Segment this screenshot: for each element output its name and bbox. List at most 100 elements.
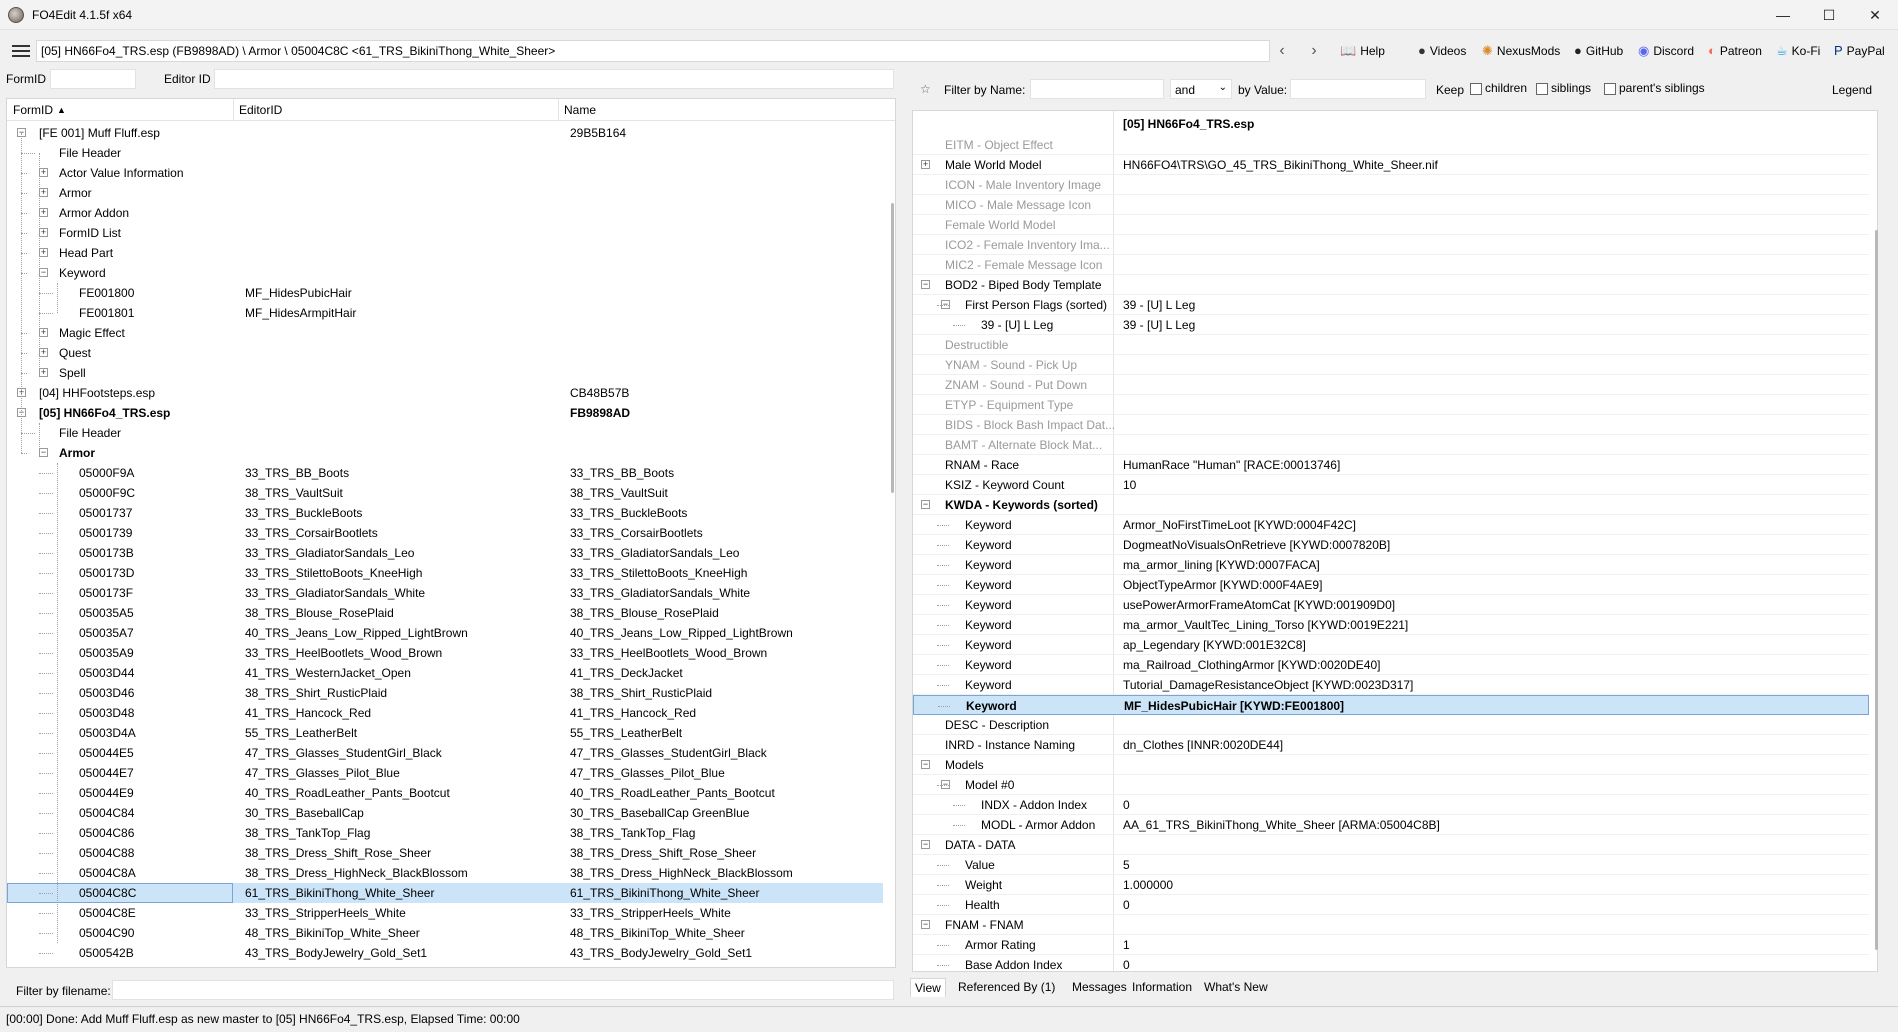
link-discord[interactable]: ◉ Discord [1638, 43, 1694, 59]
record-row[interactable]: Value 5 [913, 855, 1869, 875]
record-row[interactable]: Keyword MF_HidesPubicHair [KYWD:FE001800] [913, 695, 1869, 715]
record-row[interactable]: − Model #0 [913, 775, 1869, 795]
tree-row[interactable]: 050035A9 33_TRS_HeelBootlets_Wood_Brown 33… [7, 643, 883, 663]
collapse-icon[interactable]: − [39, 448, 48, 457]
collapse-icon[interactable]: − [921, 500, 930, 509]
expand-icon[interactable]: + [39, 368, 48, 377]
tree-node[interactable]: + Armor [7, 183, 883, 203]
collapse-icon[interactable]: − [921, 760, 930, 769]
tree-row[interactable]: 050044E7 47_TRS_Glasses_Pilot_Blue 47_TRS_… [7, 763, 883, 783]
record-row[interactable]: Keyword ma_armor_VaultTec_Lining_Torso [K… [913, 615, 1869, 635]
tree-row[interactable]: 05001739 33_TRS_CorsairBootlets 33_TRS_Cor… [7, 523, 883, 543]
link-paypal[interactable]: P PayPal [1834, 43, 1885, 58]
tree-row[interactable]: 0500173F 33_TRS_GladiatorSandals_White 33_… [7, 583, 883, 603]
expand-icon[interactable]: + [39, 208, 48, 217]
collapse-icon[interactable]: − [39, 268, 48, 277]
record-scroll-thumb[interactable] [1875, 230, 1878, 950]
formid-input[interactable] [50, 69, 136, 89]
record-row[interactable]: Keyword Tutorial_DamageResistanceObject [… [913, 675, 1869, 695]
tab-referenced-by-1[interactable]: Referenced By (1) [954, 978, 1059, 996]
record-row[interactable]: MIC2 - Female Message Icon [913, 255, 1869, 275]
tree-row[interactable]: 05000F9A 33_TRS_BB_Boots 33_TRS_BB_Boots [7, 463, 883, 483]
tree-row[interactable]: 0500173D 33_TRS_StilettoBoots_KneeHigh 33_… [7, 563, 883, 583]
record-row[interactable]: INDX - Addon Index 0 [913, 795, 1869, 815]
tree-node[interactable]: + [04] HHFootsteps.esp CB48B57B [7, 383, 883, 403]
link-ko-fi[interactable]: ☕ Ko-Fi [1776, 43, 1820, 59]
menu-icon[interactable] [12, 42, 30, 58]
editorid-input[interactable] [214, 69, 894, 89]
maximize-button[interactable]: ☐ [1806, 0, 1852, 30]
filter-value-input[interactable] [1290, 79, 1426, 99]
tree-node[interactable]: File Header [7, 423, 883, 443]
record-row[interactable]: BAMT - Alternate Block Mat... [913, 435, 1869, 455]
record-row[interactable]: 39 - [U] L Leg 39 - [U] L Leg [913, 315, 1869, 335]
record-row[interactable]: Armor Rating 1 [913, 935, 1869, 955]
link-patreon[interactable]: ◐ Patreon [1708, 43, 1762, 58]
children-checkbox-box[interactable] [1470, 82, 1482, 95]
record-row[interactable]: − KWDA - Keywords (sorted) [913, 495, 1869, 515]
record-row[interactable]: Female World Model [913, 215, 1869, 235]
record-row[interactable]: Health 0 [913, 895, 1869, 915]
link-videos[interactable]: ● Videos [1418, 43, 1466, 58]
navigation-tree[interactable]: FormID ▲ EditorID Name − [FE 001] Muff Fl… [6, 98, 896, 968]
tree-node[interactable]: + Quest [7, 343, 883, 363]
expand-icon[interactable]: + [39, 348, 48, 357]
record-row[interactable]: + Male World Model HN66FO4\TRS\GO_45_TRS_B… [913, 155, 1869, 175]
record-row[interactable]: DESC - Description [913, 715, 1869, 735]
tree-node[interactable]: + FormID List [7, 223, 883, 243]
tree-row[interactable]: 05004C84 30_TRS_BaseballCap 30_TRS_Basebal… [7, 803, 883, 823]
tree-node[interactable]: + Actor Value Information [7, 163, 883, 183]
link-github[interactable]: ● GitHub [1574, 43, 1623, 58]
filter-operator-select[interactable]: and ⌄ [1170, 79, 1232, 99]
tree-row[interactable]: 05004C88 38_TRS_Dress_Shift_Rose_Sheer 38_… [7, 843, 883, 863]
tree-scroll-thumb[interactable] [891, 203, 894, 493]
expand-icon[interactable]: + [39, 228, 48, 237]
tree-row[interactable]: 05004C86 38_TRS_TankTop_Flag 38_TRS_TankTo… [7, 823, 883, 843]
record-row[interactable]: Keyword ObjectTypeArmor [KYWD:000F4AE9] [913, 575, 1869, 595]
tree-row[interactable]: 05003D48 41_TRS_Hancock_Red 41_TRS_Hancock… [7, 703, 883, 723]
tree-row[interactable]: 050035A5 38_TRS_Blouse_RosePlaid 38_TRS_Bl… [7, 603, 883, 623]
tree-node[interactable]: − Armor [7, 443, 883, 463]
filter-filename-input[interactable] [112, 980, 894, 1000]
parents-siblings-checkbox-box[interactable] [1604, 82, 1616, 95]
tree-node[interactable]: File Header [7, 143, 883, 163]
forward-arrow-icon[interactable]: › [1304, 41, 1324, 61]
record-scrollbar[interactable] [1874, 130, 1880, 970]
tree-node[interactable]: − [FE 001] Muff Fluff.esp 29B5B164 [7, 123, 883, 143]
record-row[interactable]: ICON - Male Inventory Image [913, 175, 1869, 195]
record-row[interactable]: Keyword ap_Legendary [KYWD:001E32C8] [913, 635, 1869, 655]
record-row[interactable]: Keyword ma_Railroad_ClothingArmor [KYWD:0… [913, 655, 1869, 675]
tab-information[interactable]: Information [1128, 978, 1196, 996]
record-row[interactable]: − Models [913, 755, 1869, 775]
tree-scrollbar[interactable] [889, 123, 895, 967]
record-row[interactable]: YNAM - Sound - Pick Up [913, 355, 1869, 375]
record-row[interactable]: Base Addon Index 0 [913, 955, 1869, 971]
expand-icon[interactable]: + [39, 168, 48, 177]
column-header-editorid[interactable]: EditorID [239, 103, 282, 117]
expand-icon[interactable]: + [921, 160, 930, 169]
collapse-icon[interactable]: − [921, 840, 930, 849]
minimize-button[interactable]: — [1760, 0, 1806, 30]
link-help[interactable]: 📖 Help [1340, 43, 1385, 59]
record-row[interactable]: Weight 1.000000 [913, 875, 1869, 895]
collapse-icon[interactable]: − [921, 920, 930, 929]
expand-icon[interactable]: + [39, 248, 48, 257]
tree-row[interactable]: 05000F9C 38_TRS_VaultSuit 38_TRS_VaultSuit [7, 483, 883, 503]
tree-row[interactable]: FE001801 MF_HidesArmpitHair [7, 303, 883, 323]
record-row[interactable]: Keyword Armor_NoFirstTimeLoot [KYWD:0004F… [913, 515, 1869, 535]
tab-messages[interactable]: Messages [1068, 978, 1131, 996]
record-row[interactable]: Destructible [913, 335, 1869, 355]
siblings-checkbox-box[interactable] [1536, 82, 1548, 95]
parents-siblings-checkbox[interactable]: parent's siblings [1604, 81, 1705, 95]
column-header-formid[interactable]: FormID [13, 103, 53, 117]
record-row[interactable]: ICO2 - Female Inventory Ima... [913, 235, 1869, 255]
link-nexusmods[interactable]: ✺ NexusMods [1482, 43, 1560, 59]
tab-view[interactable]: View [910, 978, 946, 997]
record-row[interactable]: − First Person Flags (sorted) 39 - [U] L L… [913, 295, 1869, 315]
collapse-icon[interactable]: − [921, 280, 930, 289]
tree-row[interactable]: 050044E5 47_TRS_Glasses_StudentGirl_Black… [7, 743, 883, 763]
tree-node[interactable]: + Spell [7, 363, 883, 383]
tree-row[interactable]: 050035A7 40_TRS_Jeans_Low_Ripped_LightBro… [7, 623, 883, 643]
tab-what-s-new[interactable]: What's New [1200, 978, 1272, 996]
record-row[interactable]: Keyword usePowerArmorFrameAtomCat [KYWD:0… [913, 595, 1869, 615]
